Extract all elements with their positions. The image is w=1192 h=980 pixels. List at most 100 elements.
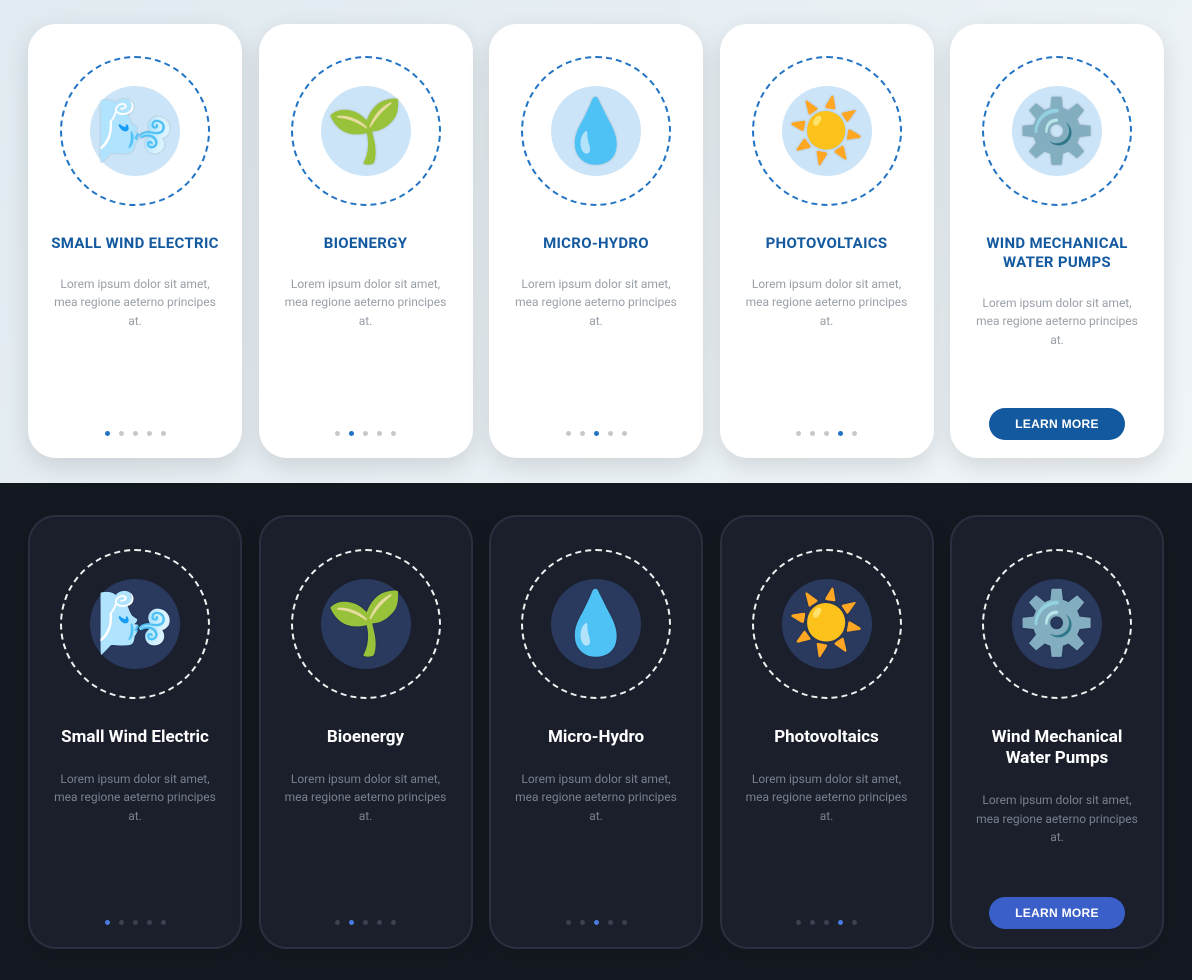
pagination-dots <box>335 920 396 925</box>
onboarding-card: ☀️ PHOTOVOLTAICS Lorem ipsum dolor sit ame… <box>720 24 934 458</box>
pagination-dot[interactable] <box>566 431 571 436</box>
card-title: Photovoltaics <box>774 727 879 748</box>
pagination-dot[interactable] <box>335 431 340 436</box>
pagination-dots <box>796 431 857 436</box>
pagination-dot[interactable] <box>852 431 857 436</box>
icon-glyph: ⚙️ <box>1018 95 1095 168</box>
pagination-dot[interactable] <box>119 431 124 436</box>
onboarding-card: 🌱 BIOENERGY Lorem ipsum dolor sit amet, me… <box>259 24 473 458</box>
card-description: Lorem ipsum dolor sit amet, mea regione … <box>505 275 687 331</box>
pagination-dot[interactable] <box>133 431 138 436</box>
card-description: Lorem ipsum dolor sit amet, mea regione … <box>275 275 457 331</box>
pagination-dot[interactable] <box>796 431 801 436</box>
onboarding-card: 💧 Micro-Hydro Lorem ipsum dolor sit amet, … <box>489 515 703 949</box>
icon-glyph: 💧 <box>557 587 634 660</box>
card-title: Small Wind Electric <box>61 727 209 748</box>
bioenergy-icon: 🌱 <box>291 549 441 699</box>
photovoltaics-icon: ☀️ <box>752 549 902 699</box>
pagination-dot[interactable] <box>796 920 801 925</box>
pagination-dot[interactable] <box>105 920 110 925</box>
pagination-dot[interactable] <box>594 920 599 925</box>
pagination-dot[interactable] <box>838 431 843 436</box>
icon-glyph: ☀️ <box>788 95 865 168</box>
pagination-dot[interactable] <box>810 920 815 925</box>
pagination-dot[interactable] <box>161 920 166 925</box>
pagination-dot[interactable] <box>824 920 829 925</box>
card-description: Lorem ipsum dolor sit amet, mea regione … <box>46 770 224 826</box>
pagination-dots <box>105 920 166 925</box>
card-description: Lorem ipsum dolor sit amet, mea regione … <box>507 770 685 826</box>
pagination-dot[interactable] <box>622 920 627 925</box>
pagination-dot[interactable] <box>377 920 382 925</box>
icon-glyph: 🌱 <box>327 587 404 660</box>
pagination-dots <box>566 431 627 436</box>
pagination-dot[interactable] <box>852 920 857 925</box>
pagination-dot[interactable] <box>105 431 110 436</box>
wind-electric-icon: 🌬️ <box>60 56 210 206</box>
pagination-dot[interactable] <box>335 920 340 925</box>
pagination-dot[interactable] <box>391 920 396 925</box>
pagination-dot[interactable] <box>608 920 613 925</box>
icon-glyph: ☀️ <box>788 587 865 660</box>
pagination-dot[interactable] <box>133 920 138 925</box>
onboarding-card: 🌬️ Small Wind Electric Lorem ipsum dolor s… <box>28 515 242 949</box>
card-title: MICRO-HYDRO <box>543 234 649 253</box>
pagination-dot[interactable] <box>119 920 124 925</box>
onboarding-card: 🌬️ SMALL WIND ELECTRIC Lorem ipsum dolor s… <box>28 24 242 458</box>
pagination-dot[interactable] <box>363 431 368 436</box>
onboarding-card: ☀️ Photovoltaics Lorem ipsum dolor sit ame… <box>720 515 934 949</box>
card-description: Lorem ipsum dolor sit amet, mea regione … <box>44 275 226 331</box>
onboarding-card: ⚙️ WIND MECHANICAL WATER PUMPS Lorem ipsum… <box>950 24 1164 458</box>
icon-glyph: 💧 <box>557 95 634 168</box>
learn-more-button[interactable]: LEARN MORE <box>989 897 1125 929</box>
card-description: Lorem ipsum dolor sit amet, mea regione … <box>277 770 455 826</box>
learn-more-button[interactable]: LEARN MORE <box>989 408 1125 440</box>
card-description: Lorem ipsum dolor sit amet, mea regione … <box>968 791 1146 847</box>
card-description: Lorem ipsum dolor sit amet, mea regione … <box>966 294 1148 350</box>
onboarding-card: 💧 MICRO-HYDRO Lorem ipsum dolor sit amet, … <box>489 24 703 458</box>
card-title: Bioenergy <box>327 727 404 748</box>
pagination-dot[interactable] <box>349 920 354 925</box>
card-description: Lorem ipsum dolor sit amet, mea regione … <box>738 770 916 826</box>
pagination-dot[interactable] <box>377 431 382 436</box>
dark-section: 🌬️ Small Wind Electric Lorem ipsum dolor s… <box>0 483 1192 980</box>
micro-hydro-icon: 💧 <box>521 56 671 206</box>
pagination-dot[interactable] <box>580 431 585 436</box>
pagination-dot[interactable] <box>622 431 627 436</box>
pagination-dot[interactable] <box>580 920 585 925</box>
micro-hydro-icon: 💧 <box>521 549 671 699</box>
card-title: SMALL WIND ELECTRIC <box>51 234 219 253</box>
light-section: 🌬️ SMALL WIND ELECTRIC Lorem ipsum dolor s… <box>0 0 1192 483</box>
pagination-dots <box>566 920 627 925</box>
pagination-dot[interactable] <box>147 431 152 436</box>
bioenergy-icon: 🌱 <box>291 56 441 206</box>
pagination-dot[interactable] <box>161 431 166 436</box>
pagination-dot[interactable] <box>363 920 368 925</box>
pagination-dots <box>105 431 166 436</box>
card-title: WIND MECHANICAL WATER PUMPS <box>966 234 1148 272</box>
pagination-dots <box>335 431 396 436</box>
card-title: Wind Mechanical Water Pumps <box>968 727 1146 770</box>
icon-glyph: 🌬️ <box>96 95 173 168</box>
pagination-dot[interactable] <box>566 920 571 925</box>
card-title: Micro-Hydro <box>548 727 644 748</box>
card-title: PHOTOVOLTAICS <box>766 234 888 253</box>
onboarding-card: 🌱 Bioenergy Lorem ipsum dolor sit amet, me… <box>259 515 473 949</box>
icon-glyph: 🌱 <box>327 95 404 168</box>
pagination-dot[interactable] <box>391 431 396 436</box>
wind-electric-icon: 🌬️ <box>60 549 210 699</box>
icon-glyph: ⚙️ <box>1018 587 1095 660</box>
photovoltaics-icon: ☀️ <box>752 56 902 206</box>
pagination-dot[interactable] <box>608 431 613 436</box>
pagination-dot[interactable] <box>349 431 354 436</box>
wind-pump-icon: ⚙️ <box>982 549 1132 699</box>
onboarding-card: ⚙️ Wind Mechanical Water Pumps Lorem ipsum… <box>950 515 1164 949</box>
card-description: Lorem ipsum dolor sit amet, mea regione … <box>736 275 918 331</box>
pagination-dot[interactable] <box>810 431 815 436</box>
icon-glyph: 🌬️ <box>96 587 173 660</box>
pagination-dot[interactable] <box>838 920 843 925</box>
card-title: BIOENERGY <box>324 234 408 253</box>
pagination-dot[interactable] <box>147 920 152 925</box>
pagination-dot[interactable] <box>594 431 599 436</box>
pagination-dot[interactable] <box>824 431 829 436</box>
